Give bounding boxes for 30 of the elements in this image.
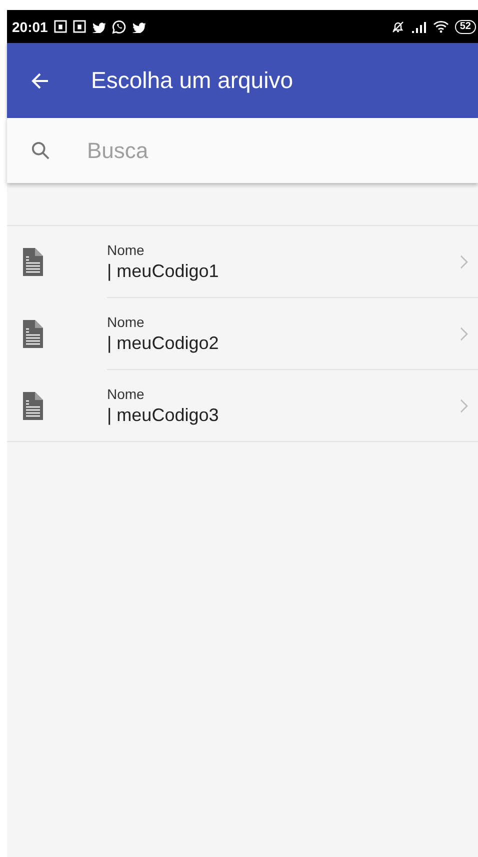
chevron-right-icon bbox=[460, 254, 468, 268]
search-field[interactable]: Busca bbox=[87, 138, 387, 164]
file-name: | meuCodigo1 bbox=[107, 260, 220, 282]
wifi-icon bbox=[432, 20, 449, 33]
notification-icon bbox=[54, 20, 67, 33]
file-label: Nome bbox=[107, 242, 146, 258]
status-time: 20:01 bbox=[12, 18, 48, 34]
file-item[interactable]: Nome | meuCodigo2 bbox=[107, 298, 478, 370]
signal-icon bbox=[410, 20, 427, 32]
file-item[interactable]: Nome | meuCodigo3 bbox=[7, 370, 478, 442]
search-icon bbox=[31, 141, 50, 160]
battery-level: 52 bbox=[454, 20, 476, 34]
chevron-right-icon bbox=[460, 398, 468, 412]
search-bar[interactable]: Busca bbox=[7, 118, 478, 183]
notification-icon bbox=[72, 20, 86, 33]
file-item[interactable]: Nome | meuCodigo1 bbox=[107, 226, 478, 298]
bird-icon bbox=[92, 20, 106, 32]
muted-bell-icon bbox=[390, 20, 405, 34]
file-name: | meuCodigo3 bbox=[107, 404, 220, 426]
bird-icon bbox=[132, 20, 146, 32]
chevron-right-icon bbox=[460, 326, 468, 340]
back-arrow-icon bbox=[31, 72, 49, 90]
document-icon bbox=[23, 248, 43, 276]
document-icon bbox=[23, 392, 43, 420]
file-label: Nome bbox=[107, 314, 146, 330]
file-name: | meuCodigo2 bbox=[107, 332, 220, 354]
document-icon bbox=[23, 320, 43, 348]
file-label: Nome bbox=[107, 386, 146, 402]
screen-title: Escolha um arquivo bbox=[91, 67, 293, 94]
chat-bubble-icon bbox=[112, 20, 126, 34]
